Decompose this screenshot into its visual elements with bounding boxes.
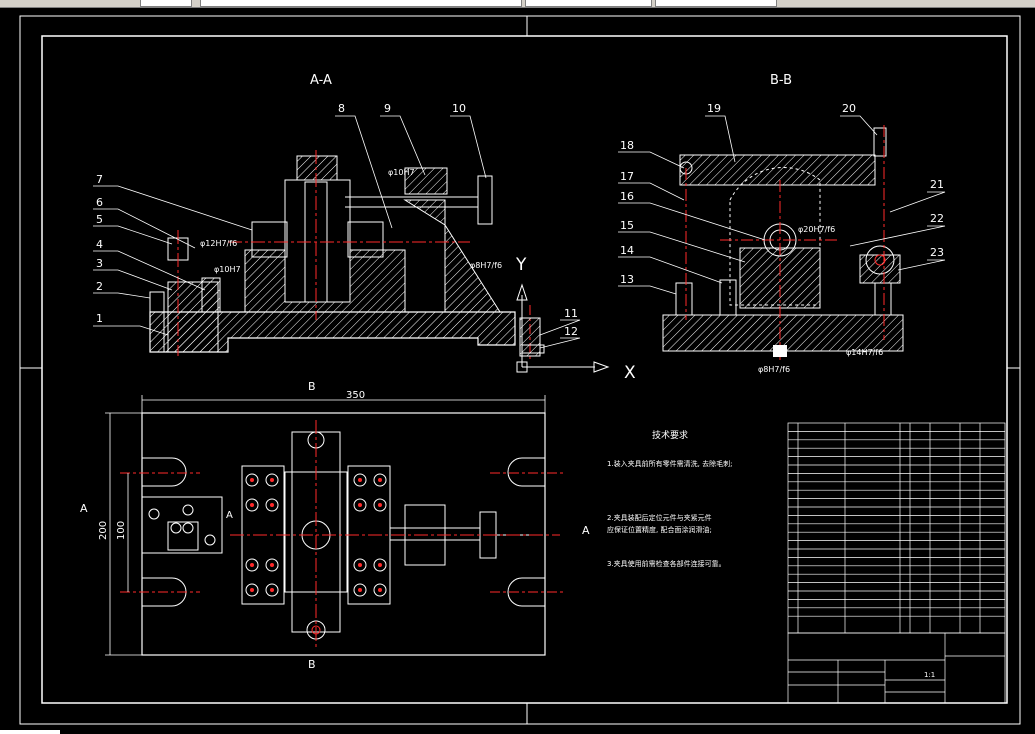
frame-center-marks bbox=[20, 16, 1020, 724]
svg-text:8: 8 bbox=[338, 102, 345, 115]
svg-text:17: 17 bbox=[620, 170, 634, 183]
section-mark-b-bottom: B bbox=[308, 658, 316, 671]
svg-text:5: 5 bbox=[96, 213, 103, 226]
section-bb-view: B-B 13 14 15 16 17 18 19 20 21 22 23 φ20… bbox=[618, 73, 946, 374]
section-aa-title: A-A bbox=[310, 73, 332, 88]
svg-text:20: 20 bbox=[842, 102, 856, 115]
toolbar-dropdown[interactable] bbox=[200, 0, 522, 7]
tech-req-line-4: 3.夹具使用前需检查各部件连接可靠。 bbox=[607, 559, 726, 568]
title-block bbox=[787, 632, 1006, 704]
svg-text:16: 16 bbox=[620, 190, 634, 203]
svg-text:6: 6 bbox=[96, 196, 103, 209]
window-bottom-edge bbox=[0, 730, 60, 734]
bb-left-stud bbox=[675, 282, 693, 316]
frame-cap bbox=[296, 155, 338, 181]
svg-text:10: 10 bbox=[452, 102, 466, 115]
locating-pin bbox=[519, 317, 541, 357]
svg-text:9: 9 bbox=[384, 102, 391, 115]
window-toolbar-strip bbox=[0, 0, 1035, 8]
parts-list-table bbox=[787, 422, 1006, 634]
svg-text:7: 7 bbox=[96, 173, 103, 186]
outer-frame bbox=[19, 15, 1021, 725]
section-mark-a-right: A bbox=[582, 524, 590, 537]
svg-text:12: 12 bbox=[564, 325, 578, 338]
bb-bottom-key bbox=[773, 345, 787, 357]
svg-text:13: 13 bbox=[620, 273, 634, 286]
section-mark-b-top: B bbox=[308, 380, 316, 393]
dimension-height: 200 bbox=[98, 521, 109, 540]
svg-text:11: 11 bbox=[564, 307, 578, 320]
svg-text:15: 15 bbox=[620, 219, 634, 232]
plan-view: 350 200 100 A A B B A bbox=[80, 380, 590, 671]
dimension-inner-height: 100 bbox=[116, 521, 127, 540]
plan-slots bbox=[142, 457, 545, 607]
svg-text:2: 2 bbox=[96, 280, 103, 293]
svg-text:23: 23 bbox=[930, 246, 944, 259]
svg-text:3: 3 bbox=[96, 257, 103, 270]
toolbar-control[interactable] bbox=[140, 0, 192, 7]
svg-text:φ8H7/f6: φ8H7/f6 bbox=[758, 365, 790, 374]
plan-base-outline bbox=[141, 412, 546, 656]
inner-frame bbox=[41, 35, 1008, 704]
svg-text:4: 4 bbox=[96, 238, 103, 251]
svg-text:21: 21 bbox=[930, 178, 944, 191]
axis-y-label: Y bbox=[515, 255, 527, 275]
tech-req-title: 技术要求 bbox=[652, 429, 688, 441]
section-aa-view: A-A 1 2 3 4 5 6 7 8 9 10 11 12 φ12H7/f6 … bbox=[93, 73, 636, 383]
toolbar-dropdown-2[interactable] bbox=[525, 0, 652, 7]
svg-text:φ12H7/f6: φ12H7/f6 bbox=[200, 239, 237, 248]
technical-requirements: 技术要求 1.装入夹具前所有零件需清洗, 去除毛刺; 2.夹具装配后定位元件与夹… bbox=[607, 429, 733, 568]
bb-screw bbox=[719, 279, 737, 316]
tech-req-line-3: 应保证位置精度, 配合面涂润滑油; bbox=[607, 525, 712, 534]
section-mark-a-left: A bbox=[80, 502, 88, 515]
toolbar-dropdown-3[interactable] bbox=[655, 0, 777, 7]
plan-dimensions bbox=[105, 395, 546, 656]
right-support bbox=[403, 199, 501, 313]
bb-top-bar bbox=[679, 154, 876, 186]
handle-knob bbox=[477, 175, 493, 225]
sliding-frame bbox=[284, 179, 351, 303]
svg-text:22: 22 bbox=[930, 212, 944, 225]
bb-v-block bbox=[739, 247, 821, 309]
svg-text:φ10H7: φ10H7 bbox=[388, 168, 415, 177]
section-bb-title: B-B bbox=[770, 73, 792, 88]
dimension-length: 350 bbox=[346, 390, 365, 401]
section-mark-a-mid: A bbox=[226, 510, 233, 521]
svg-text:φ20H7/f6: φ20H7/f6 bbox=[798, 225, 835, 234]
svg-text:φ10H7: φ10H7 bbox=[214, 265, 241, 274]
bb-right-stud bbox=[874, 282, 892, 316]
tech-req-line-1: 1.装入夹具前所有零件需清洗, 去除毛刺; bbox=[607, 459, 733, 468]
svg-text:18: 18 bbox=[620, 139, 634, 152]
svg-text:φ14H7/f6: φ14H7/f6 bbox=[846, 348, 883, 357]
axis-x-label: X bbox=[624, 363, 636, 383]
tech-req-line-2: 2.夹具装配后定位元件与夹紧元件 bbox=[607, 513, 712, 522]
title-block-scale: 1:1 bbox=[924, 671, 935, 679]
svg-text:14: 14 bbox=[620, 244, 634, 257]
pin-block bbox=[201, 277, 221, 313]
svg-text:φ8H7/f6: φ8H7/f6 bbox=[470, 261, 502, 270]
cad-drawing-canvas[interactable]: A-A 1 2 3 4 5 6 7 8 9 10 11 12 φ12H7/f6 … bbox=[0, 8, 1035, 730]
svg-text:1: 1 bbox=[96, 312, 103, 325]
svg-text:19: 19 bbox=[707, 102, 721, 115]
